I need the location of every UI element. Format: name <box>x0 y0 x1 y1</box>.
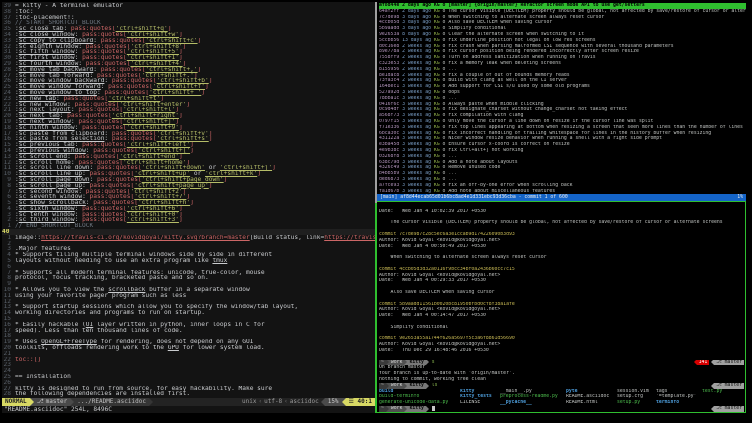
text-segment: hackability <box>190 386 231 392</box>
text-segment: terminfo <box>656 400 702 406</box>
text-segment: ] <box>183 44 187 50</box>
text-segment: the following dependencies are installed… <box>15 391 190 397</box>
vim-command-line-message: "README.asciidoc" 254L, 8496C <box>2 406 375 413</box>
branch-name: master <box>46 398 68 405</box>
text-segment: ] <box>205 84 209 90</box>
text-segment: Date: Wed Jan 4 00:29:33 2017 +0530 <box>379 278 486 284</box>
text-segment: [Build status, link= <box>250 235 325 241</box>
text-segment: ] <box>198 67 202 73</box>
text-segment: test.py <box>702 389 722 395</box>
text-segment: GPU <box>168 345 179 351</box>
text-segment: . Make sure <box>231 386 272 392</box>
tig-statusbar: [main] af8d44ecab65d01b6bc8ad4e1d331ebc9… <box>377 194 746 201</box>
text-segment: Also save DECTCEM when saving cursor <box>379 290 495 296</box>
text-segment: Date: Thu Dec 29 16:48:46 2016 +0530 <box>379 348 489 354</box>
vim-line[interactable]: 28 the following dependencies are install… <box>2 391 375 397</box>
text-segment: toc <box>15 357 26 363</box>
text-segment: ::[] <box>26 357 41 363</box>
statusline-encoding: utf-8 <box>262 398 284 406</box>
text-segment: using your favorite pager program such a… <box>15 293 186 299</box>
text-segment: setup.py <box>617 400 656 406</box>
line-number: 28 <box>2 391 11 397</box>
exit-code-badge: 141 <box>697 360 710 366</box>
vim-pane: 39= kitty - A terminal emulator38:toc:37… <box>2 2 375 413</box>
text-segment: The cursor visible (DECTCEM) property sh… <box>379 220 723 226</box>
text-segment: Simplify conditional <box>379 325 448 331</box>
terminal-line: generate-unicode-data.pyLICENSE__pycache… <box>379 400 745 406</box>
text-segment: image:: <box>15 235 41 241</box>
tig-commit-list: af8d44e 2 days ago KG o [master] {origin… <box>377 2 746 194</box>
git-branch-icon: ⎇ <box>37 398 44 405</box>
prompt-right-segments: ⎇ master <box>711 406 744 412</box>
text-segment: protocol, focus tracking, bracketed past… <box>15 275 209 281</box>
text-segment: tmux <box>212 258 227 264</box>
statusline-cursor-position: ☰ 40:1 <box>346 398 375 406</box>
vim-buffer: 39= kitty - A terminal emulator38:toc:37… <box>2 2 375 398</box>
text-segment: work <box>389 406 405 412</box>
text-segment: ~ <box>379 406 386 412</box>
text-segment: speed). Less than ten thousand lines of … <box>15 328 183 334</box>
text-segment: kitty <box>407 406 425 412</box>
vim-line[interactable]: 1image::https://travis-ci.org/kovidgoyal… <box>2 235 375 241</box>
text-segment: ] <box>190 148 194 154</box>
commit-title: Add support for CSI s/u used by some old… <box>448 84 590 90</box>
text-segment: Date: Wed Jan 4 10:02:39 2017 +0530 <box>379 209 486 215</box>
right-column: af8d44e 2 days ago KG o [master] {origin… <box>377 2 746 413</box>
commit-title: Fix a memory leak when deleting screens <box>448 61 561 67</box>
statusline-scroll-percent: 15% <box>325 398 342 406</box>
text-segment: ] <box>224 177 228 183</box>
text-segment: LICENSE <box>460 400 500 406</box>
terminal-cursor[interactable] <box>432 406 435 411</box>
statusline-spacer <box>153 398 240 406</box>
tig-scroll-percent: 1% <box>737 194 743 201</box>
vim-mode-indicator: NORMAL <box>2 398 30 406</box>
text-segment: ] <box>186 102 190 108</box>
kitty-terminal-window: 39= kitty - A terminal emulator38:toc:37… <box>2 2 746 413</box>
text-segment: ] <box>190 200 194 206</box>
text-segment: ] <box>209 183 213 189</box>
prompt-right-segments: 141 ⎇ master <box>694 360 744 366</box>
text-segment: ] <box>179 113 183 119</box>
text-segment: s <box>429 360 435 366</box>
text-segment: README.html <box>566 400 617 406</box>
text-segment: ] <box>179 217 183 223</box>
text-segment: toolkits, offloads rendering work to the <box>15 345 168 351</box>
text-segment: == Installation <box>15 374 71 380</box>
text-segment: https://travis-ci.org/kovidgoyal/kitty.s… <box>41 235 250 241</box>
statusline-git-branch: ⎇master <box>34 398 71 406</box>
text-segment: // END_SHORTCUT_BLOCK <box>15 223 93 229</box>
shell-window[interactable]: Date: Wed Jan 4 10:02:39 2017 +0530 The … <box>377 201 746 413</box>
text-segment: 'ctrl+shift+3' <box>127 217 179 223</box>
text-segment: When switching to alternate screen alway… <box>379 255 547 261</box>
git-branch-badge: ⎇ master <box>714 360 744 366</box>
text-segment: Date: Wed Jan 4 00:50:49 2017 +0530 <box>379 244 486 250</box>
text-segment: layouts without needing to use an extra … <box>15 258 212 264</box>
text-segment: ] <box>209 78 213 84</box>
text-segment: Date: Wed Jan 4 00:14:47 2017 +0530 <box>379 313 486 319</box>
text-segment: ] <box>209 136 213 142</box>
statusline-filename: .../README.asciidoc <box>74 398 149 406</box>
vim-statusline: NORMAL ⎇master .../README.asciidoc unix … <box>2 398 375 406</box>
shell-prompt-line[interactable]: ~workkitty ⎇ master <box>379 406 745 412</box>
text-segment: for lower system load. <box>179 345 265 351</box>
tig-status-text: [main] af8d44ecab65d01b6bc8ad4e1d331ebc9… <box>380 194 568 201</box>
terminal-line: The cursor visible (DECTCEM) property sh… <box>379 220 745 226</box>
commit-title: Fix Ctrl+alt+] not working <box>448 148 523 154</box>
text-segment: ] <box>272 165 276 171</box>
text-segment: __pycache__ <box>500 400 566 406</box>
statusline-filetype: asciidoc <box>288 398 321 406</box>
text-segment: https://travis-ci.org/kovidgoyal/kitty <box>324 235 375 241</box>
text-segment: ] <box>257 171 261 177</box>
git-branch-badge: ⎇ master <box>714 406 744 412</box>
text-segment: working directories and programs to run … <box>15 310 205 316</box>
statusline-fileformat: unix <box>240 398 258 406</box>
text-segment: ] <box>198 38 202 44</box>
text-segment: ] <box>201 90 205 96</box>
